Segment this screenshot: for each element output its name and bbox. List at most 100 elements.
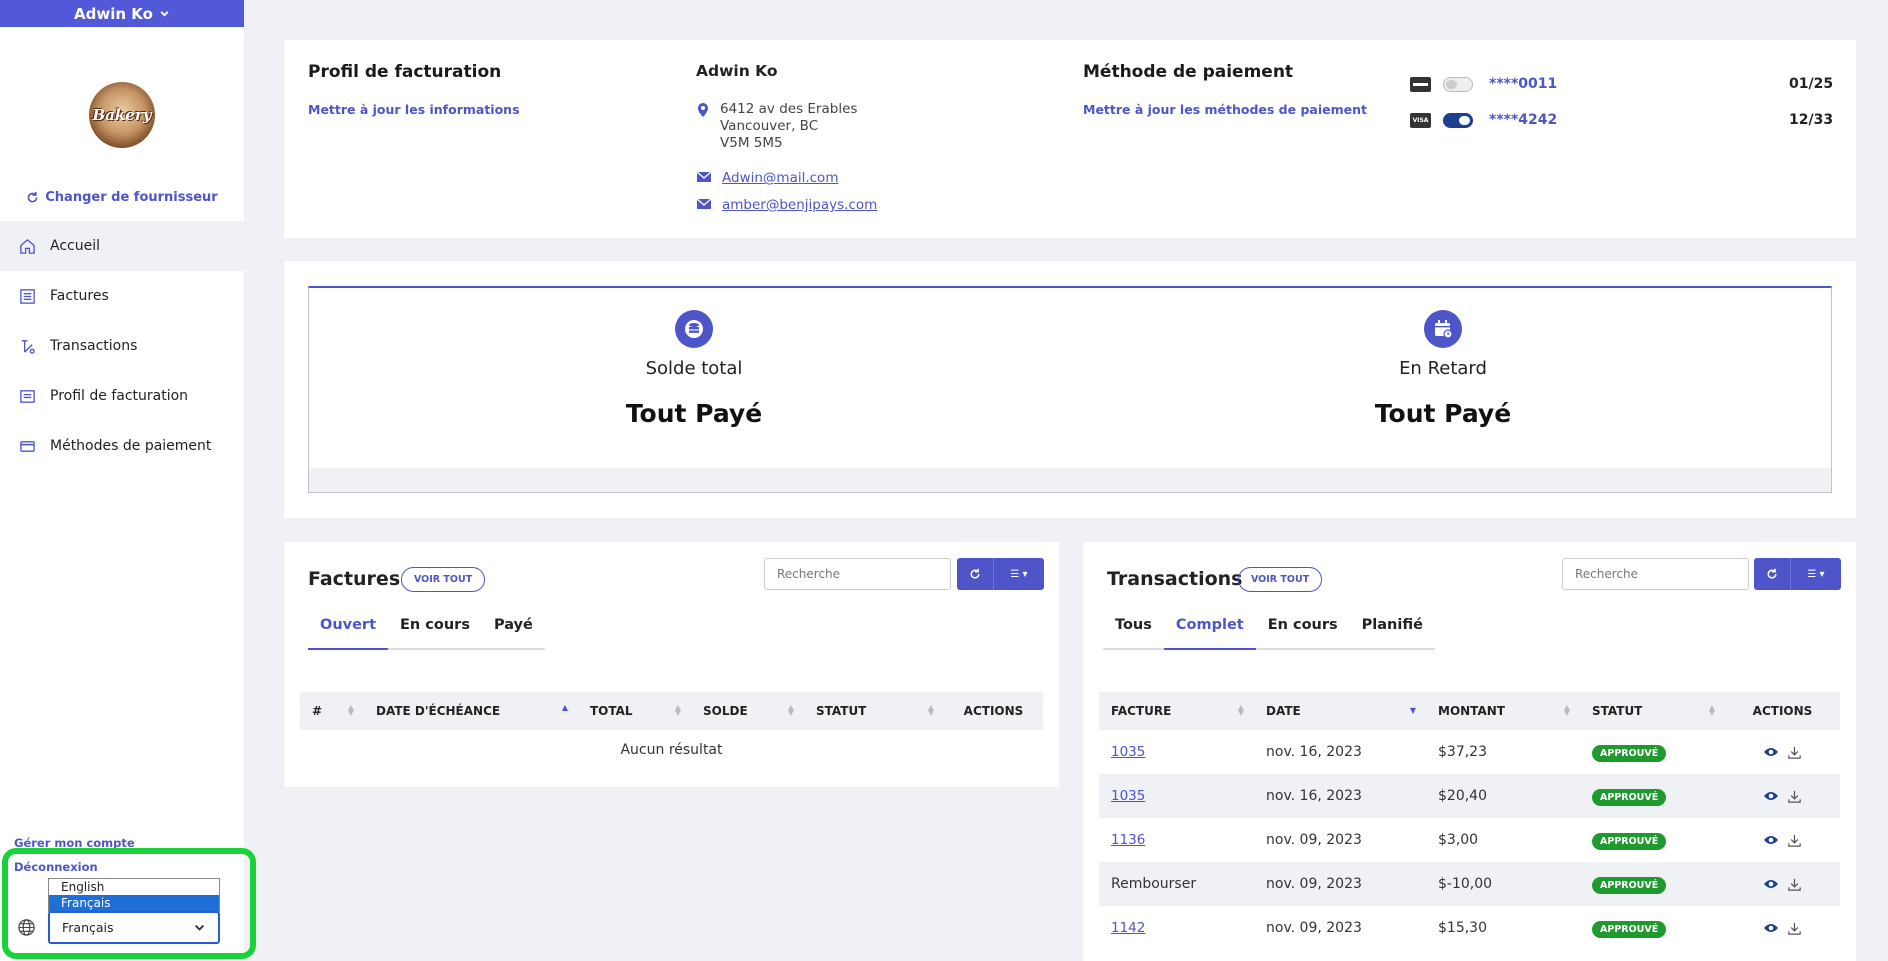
card-toggle[interactable]: [1443, 76, 1473, 92]
total-balance-value: Tout Payé: [625, 399, 763, 428]
eye-icon[interactable]: [1763, 834, 1779, 846]
email-link[interactable]: amber@benjipays.com: [722, 197, 877, 214]
download-icon[interactable]: [1787, 877, 1802, 892]
eye-icon[interactable]: [1763, 922, 1779, 934]
address-line: Vancouver, BC: [720, 118, 819, 134]
empty-message: Aucun résultat: [620, 742, 723, 758]
tab-ouvert[interactable]: Ouvert: [308, 616, 389, 650]
column-header-status[interactable]: STATUT ▲ ▼: [1580, 692, 1725, 730]
change-supplier-link[interactable]: Changer de fournisseur: [0, 190, 244, 205]
language-select[interactable]: Français: [48, 911, 220, 944]
sidebar-item-profil[interactable]: Profil de facturation: [0, 371, 244, 421]
calendar-clock-icon: [1424, 310, 1462, 348]
user-menu[interactable]: Adwin Ko: [0, 0, 244, 27]
invoice-link[interactable]: 1035: [1111, 744, 1145, 760]
column-header-status[interactable]: STATUT ▲ ▼: [804, 692, 944, 730]
sidebar-item-label: Méthodes de paiement: [50, 438, 212, 454]
update-payment-link[interactable]: Mettre à jour les méthodes de paiement: [1083, 102, 1367, 117]
language-selected-value: Français: [62, 920, 114, 935]
column-header-actions: ACTIONS: [963, 704, 1024, 718]
download-icon[interactable]: [1787, 789, 1802, 804]
column-header-due-date[interactable]: DATE D'ÉCHÉANCE ▲: [364, 692, 578, 730]
card-expiry: 12/33: [1789, 112, 1834, 128]
email-row: Adwin@mail.com: [696, 170, 838, 187]
sidebar-nav: Accueil Factures Transactions Profil de …: [0, 221, 244, 471]
table-row: 1142 nov. 09, 2023 $15,30 APPROUVÉ: [1099, 906, 1840, 950]
sidebar-item-accueil[interactable]: Accueil: [0, 221, 244, 271]
language-option-francais[interactable]: Français: [49, 895, 219, 911]
visa-icon: VISA: [1410, 112, 1431, 128]
home-icon: [20, 238, 35, 254]
address-line: 6412 av des Erables: [720, 101, 858, 117]
row-date: nov. 16, 2023: [1266, 744, 1362, 760]
column-header-invoice[interactable]: FACTURE ▲ ▼: [1099, 692, 1254, 730]
eye-icon[interactable]: [1763, 746, 1779, 758]
column-header-number[interactable]: # ▲ ▼: [300, 692, 364, 730]
payment-card-row: VISA ****4242: [1410, 112, 1557, 128]
address-line: V5M 5M5: [720, 135, 783, 151]
row-amount: $20,40: [1438, 788, 1487, 804]
tab-paye[interactable]: Payé: [482, 616, 545, 648]
billing-address: 6412 av des Erables Vancouver, BC V5M 5M…: [696, 101, 857, 152]
column-header-total[interactable]: TOTAL ▲ ▼: [578, 692, 691, 730]
update-info-link[interactable]: Mettre à jour les informations: [308, 102, 520, 117]
language-options[interactable]: English Français: [48, 878, 220, 912]
refresh-icon: [970, 568, 980, 579]
list-options-button[interactable]: ☰ ▾: [994, 569, 1044, 580]
sidebar-item-factures[interactable]: Factures: [0, 271, 244, 321]
tab-planifie[interactable]: Planifié: [1350, 616, 1435, 648]
coins-icon: [675, 310, 713, 348]
transactions-tabs: Tous Complet En cours Planifié: [1103, 616, 1435, 650]
refresh-button[interactable]: [1754, 558, 1791, 590]
row-refund-label: Rembourser: [1111, 876, 1197, 892]
sidebar-item-methodes[interactable]: Méthodes de paiement: [0, 421, 244, 471]
sidebar-item-transactions[interactable]: Transactions: [0, 321, 244, 371]
total-balance-label: Solde total: [645, 358, 743, 379]
sidebar: Adwin Ko Bakery Changer de fournisseur A…: [0, 0, 256, 961]
invoice-link[interactable]: 1035: [1111, 788, 1145, 804]
column-header-amount[interactable]: MONTANT ▲ ▼: [1426, 692, 1580, 730]
download-icon[interactable]: [1787, 745, 1802, 760]
transactions-actions: ☰ ▾: [1754, 558, 1841, 590]
tab-en-cours[interactable]: En cours: [1256, 616, 1350, 648]
table-row: 1136 nov. 09, 2023 $3,00 APPROUVÉ: [1099, 818, 1840, 862]
download-icon[interactable]: [1787, 833, 1802, 848]
status-badge: APPROUVÉ: [1592, 833, 1667, 850]
eye-icon[interactable]: [1763, 878, 1779, 890]
column-header-balance[interactable]: SOLDE ▲ ▼: [691, 692, 804, 730]
payment-title: Méthode de paiement: [1083, 62, 1294, 82]
column-header-date[interactable]: DATE ▼: [1254, 692, 1426, 730]
supplier-logo: Bakery: [89, 82, 155, 148]
user-name: Adwin Ko: [74, 4, 153, 23]
chevron-down-icon: [160, 11, 169, 17]
tab-tous[interactable]: Tous: [1103, 616, 1164, 648]
transactions-view-all-button[interactable]: VOIR TOUT: [1238, 567, 1323, 592]
sidebar-item-label: Accueil: [50, 238, 100, 254]
invoice-link[interactable]: 1136: [1111, 832, 1145, 848]
overdue-label: En Retard: [1399, 358, 1487, 379]
card-toggle[interactable]: [1443, 112, 1473, 128]
table-row: 1035 nov. 16, 2023 $20,40 APPROUVÉ: [1099, 774, 1840, 818]
refresh-icon: [27, 191, 38, 203]
language-option-english[interactable]: English: [49, 879, 219, 895]
row-date: nov. 09, 2023: [1266, 832, 1362, 848]
eye-icon[interactable]: [1763, 790, 1779, 802]
tab-en-cours[interactable]: En cours: [388, 616, 482, 648]
download-icon[interactable]: [1787, 921, 1802, 936]
row-date: nov. 09, 2023: [1266, 876, 1362, 892]
card-icon: [20, 440, 35, 452]
invoices-search-input[interactable]: Recherche: [764, 558, 951, 590]
list-options-button[interactable]: ☰ ▾: [1791, 569, 1841, 580]
email-link[interactable]: Adwin@mail.com: [722, 170, 838, 187]
refresh-button[interactable]: [957, 558, 994, 590]
location-pin-icon: [698, 103, 708, 117]
transactions-search-input[interactable]: Recherche: [1562, 558, 1749, 590]
invoice-link[interactable]: 1142: [1111, 920, 1145, 936]
invoices-title: Factures: [308, 568, 401, 590]
card-number: ****4242: [1489, 112, 1558, 128]
billing-title: Profil de facturation: [308, 62, 502, 82]
table-row: Rembourser nov. 09, 2023 $-10,00 APPROUV…: [1099, 862, 1840, 906]
tab-complet[interactable]: Complet: [1163, 616, 1256, 650]
globe-icon: [18, 919, 35, 936]
invoices-view-all-button[interactable]: VOIR TOUT: [401, 567, 486, 592]
